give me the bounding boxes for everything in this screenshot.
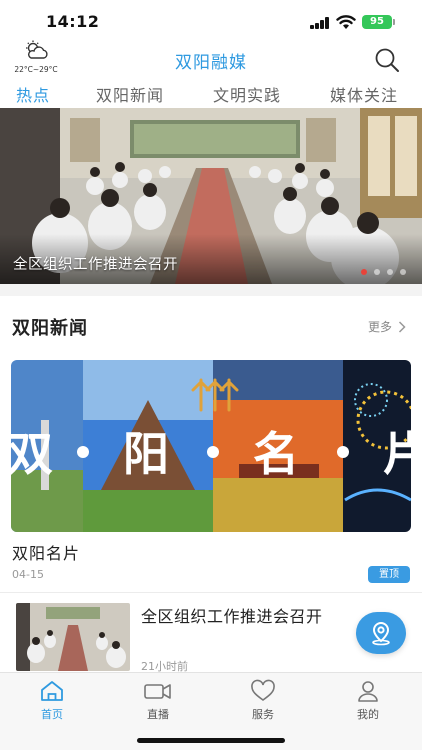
weather-temperature: 22°C~29°C bbox=[14, 65, 58, 74]
image-char: 名 bbox=[253, 427, 299, 481]
image-char: 阳 bbox=[123, 427, 169, 481]
wifi-icon bbox=[336, 15, 356, 29]
partly-cloudy-icon bbox=[26, 40, 48, 59]
carousel-dot[interactable] bbox=[400, 269, 406, 275]
tab-media-attention[interactable]: 媒体关注 bbox=[330, 82, 398, 106]
tabbar-mine[interactable]: 我的 bbox=[338, 679, 398, 722]
feature-collage: 双 阳 名 片 bbox=[11, 360, 411, 532]
tabbar-label: 直播 bbox=[147, 708, 169, 721]
carousel-dot[interactable] bbox=[361, 269, 367, 275]
tab-shuangyang-news[interactable]: 双阳新闻 bbox=[96, 82, 164, 106]
feature-title[interactable]: 双阳名片 bbox=[12, 540, 80, 564]
battery-cap bbox=[393, 19, 395, 25]
location-button[interactable] bbox=[356, 612, 406, 654]
section-title: 双阳新闻 bbox=[12, 318, 88, 339]
user-icon bbox=[358, 681, 378, 702]
divider bbox=[0, 592, 422, 593]
heart-icon bbox=[251, 679, 275, 701]
more-link[interactable]: 更多 bbox=[368, 318, 406, 335]
search-icon bbox=[375, 48, 399, 72]
status-time: 14:12 bbox=[46, 12, 100, 31]
battery-icon: 95 bbox=[362, 15, 392, 29]
home-indicator bbox=[137, 738, 285, 743]
search-button[interactable] bbox=[372, 45, 402, 75]
news-title: 全区组织工作推进会召开 bbox=[141, 607, 323, 626]
tabbar-label: 首页 bbox=[41, 708, 63, 721]
category-tabs: 热点 双阳新闻 文明实践 媒体关注 bbox=[0, 80, 422, 108]
section-gap bbox=[0, 284, 422, 296]
app-header: 22°C~29°C 双阳融媒 bbox=[0, 40, 422, 78]
tab-civilization-practice[interactable]: 文明实践 bbox=[213, 82, 281, 106]
carousel-dots bbox=[361, 269, 406, 275]
banner-caption: 全区组织工作推进会召开 bbox=[13, 257, 178, 273]
tabbar-live[interactable]: 直播 bbox=[128, 679, 188, 722]
carousel-dot[interactable] bbox=[387, 269, 393, 275]
image-char: 片 bbox=[383, 427, 411, 481]
chevron-right-icon bbox=[398, 320, 406, 333]
carousel-dot[interactable] bbox=[374, 269, 380, 275]
signal-icon bbox=[310, 17, 330, 29]
banner-carousel[interactable]: 全区组织工作推进会召开 bbox=[0, 108, 422, 284]
thumbnail-image bbox=[16, 603, 130, 671]
tabbar-label: 我的 bbox=[357, 708, 379, 721]
tabbar-home[interactable]: 首页 bbox=[22, 679, 82, 722]
location-pin-icon bbox=[372, 621, 390, 646]
more-label: 更多 bbox=[367, 320, 392, 334]
status-bar: 14:12 95 bbox=[0, 0, 422, 40]
camera-icon bbox=[144, 684, 171, 699]
home-icon bbox=[41, 681, 63, 701]
tabbar-service[interactable]: 服务 bbox=[233, 679, 293, 722]
image-char: 双 bbox=[11, 427, 53, 481]
weather-widget[interactable]: 22°C~29°C bbox=[8, 40, 64, 74]
news-thumbnail bbox=[16, 603, 130, 671]
tabbar-label: 服务 bbox=[252, 708, 274, 721]
feature-date: 04-15 bbox=[12, 568, 44, 581]
tab-hot[interactable]: 热点 bbox=[16, 82, 50, 106]
feature-image[interactable]: 双 阳 名 片 bbox=[11, 360, 411, 532]
pinned-badge: 置顶 bbox=[368, 566, 410, 583]
section-header: 双阳新闻 更多 bbox=[0, 312, 422, 342]
